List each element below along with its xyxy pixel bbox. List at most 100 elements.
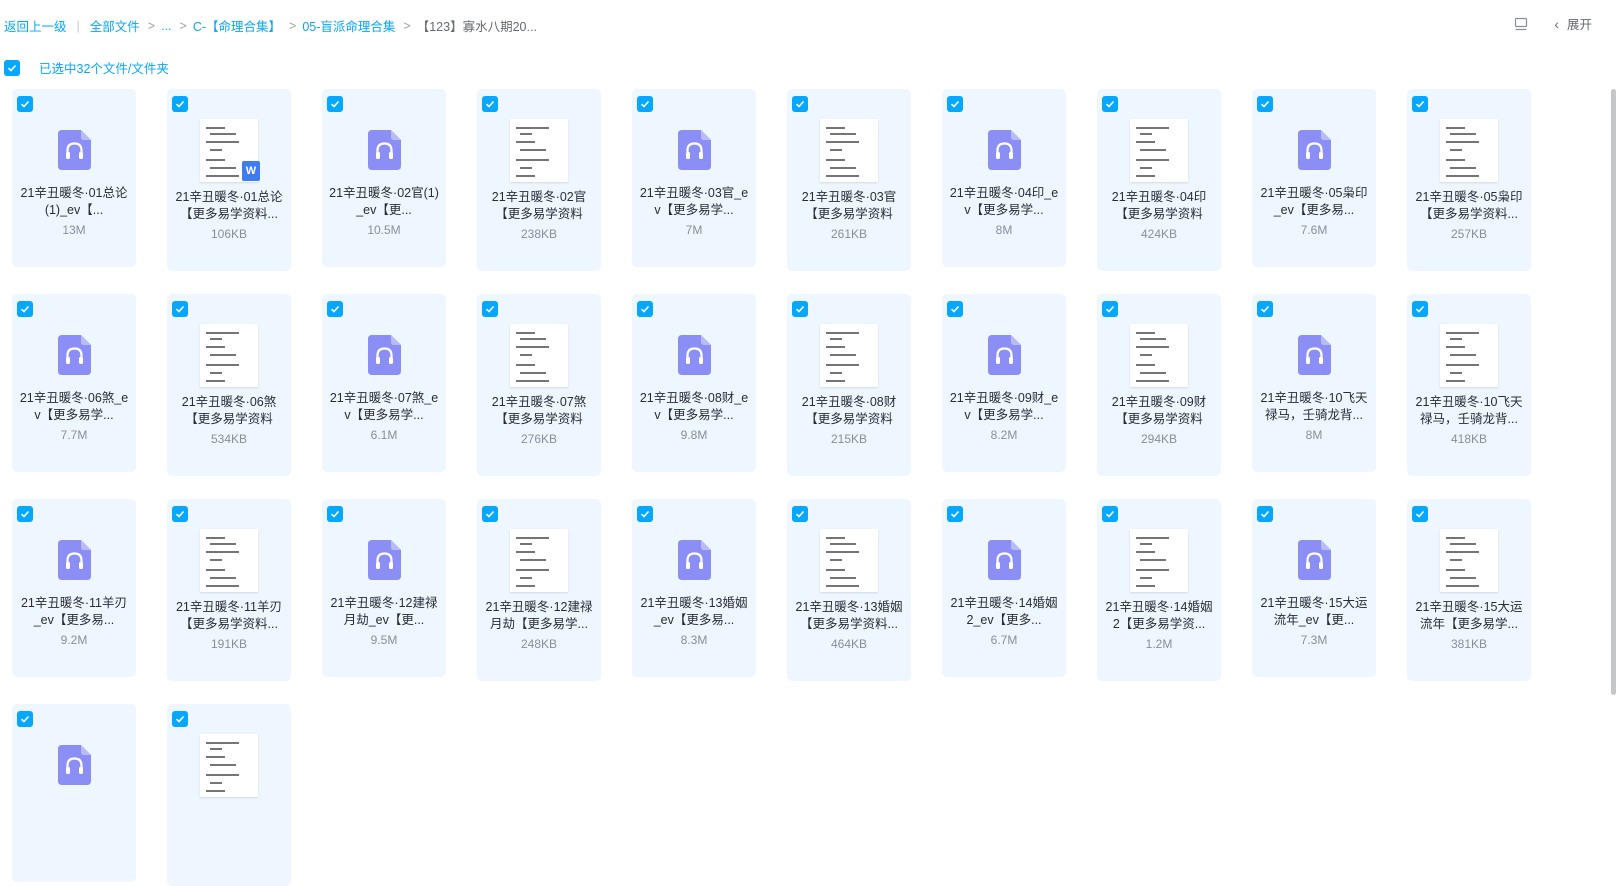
audio-file-icon [988, 540, 1021, 580]
file-checkbox[interactable] [482, 96, 498, 112]
file-size: 418KB [1450, 432, 1488, 446]
file-checkbox[interactable] [482, 301, 498, 317]
file-checkbox[interactable] [482, 506, 498, 522]
file-checkbox[interactable] [1102, 506, 1118, 522]
breadcrumb-folder-c[interactable]: C-【命理合集】 [193, 16, 281, 35]
file-card-audio[interactable]: 21辛丑暖冬·12建禄月劫_ev【更... 9.5M [322, 499, 446, 677]
file-checkbox[interactable] [1102, 96, 1118, 112]
check-icon [175, 715, 185, 723]
file-checkbox[interactable] [792, 96, 808, 112]
file-checkbox[interactable] [327, 96, 343, 112]
back-link[interactable]: 返回上一级 [4, 16, 67, 35]
file-card-document[interactable]: 21辛丑暖冬·09财【更多易学资料 294KB [1097, 294, 1221, 476]
file-checkbox[interactable] [792, 301, 808, 317]
file-card-audio[interactable]: 21辛丑暖冬·05枭印_ev【更多易... 7.6M [1252, 89, 1376, 267]
file-card-audio[interactable]: 21辛丑暖冬·02官(1)_ev【更... 10.5M [322, 89, 446, 267]
file-card-audio[interactable]: 21辛丑暖冬·13婚姻_ev【更多易... 8.3M [632, 499, 756, 677]
file-checkbox[interactable] [327, 506, 343, 522]
select-all-checkbox[interactable] [4, 59, 20, 76]
file-card-audio[interactable]: 21辛丑暖冬·08财_ev【更多易学... 9.8M [632, 294, 756, 472]
file-card-audio[interactable]: 21辛丑暖冬·14婚姻2_ev【更多... 6.7M [942, 499, 1066, 677]
file-card-document[interactable]: 21辛丑暖冬·02官【更多易学资料 238KB [477, 89, 601, 271]
file-size: 534KB [210, 432, 248, 446]
file-card-audio[interactable]: 21辛丑暖冬·09财_ev【更多易学... 8.2M [942, 294, 1066, 472]
file-checkbox[interactable] [792, 506, 808, 522]
file-checkbox[interactable] [637, 301, 653, 317]
file-card-audio[interactable]: 21辛丑暖冬·04印_ev【更多易学... 8M [942, 89, 1066, 267]
file-card-audio[interactable]: 21辛丑暖冬·01总论(1)_ev【... 13M [12, 89, 136, 267]
file-card-document[interactable]: 21辛丑暖冬·07煞【更多易学资料 276KB [477, 294, 601, 476]
file-card-document[interactable]: 21辛丑暖冬·05枭印【更多易学资料... 257KB [1407, 89, 1531, 271]
document-thumbnail [200, 529, 258, 592]
check-icon [485, 100, 495, 108]
file-name: 21辛丑暖冬·15大运流年_ev【更... [1260, 596, 1368, 627]
file-size: 257KB [1450, 227, 1488, 241]
check-icon [950, 305, 960, 313]
file-size: 7.7M [60, 428, 88, 442]
file-size: 215KB [830, 432, 868, 446]
file-checkbox[interactable] [947, 506, 963, 522]
file-card-document[interactable]: 21辛丑暖冬·15大运流年【更多易学... 381KB [1407, 499, 1531, 681]
audio-file-icon [678, 130, 711, 170]
file-checkbox[interactable] [637, 506, 653, 522]
check-icon [795, 100, 805, 108]
audio-file-icon [58, 130, 91, 170]
view-mode-icon[interactable] [1514, 17, 1528, 31]
file-checkbox[interactable] [172, 96, 188, 112]
check-icon [175, 510, 185, 518]
document-thumbnail [510, 119, 568, 182]
breadcrumb-all-files[interactable]: 全部文件 [90, 16, 140, 35]
file-card-document[interactable] [167, 704, 291, 886]
file-card-audio[interactable]: 21辛丑暖冬·15大运流年_ev【更... 7.3M [1252, 499, 1376, 677]
file-card-audio[interactable]: 21辛丑暖冬·10飞天禄马，壬骑龙背... 8M [1252, 294, 1376, 472]
file-card-document[interactable]: 21辛丑暖冬·06煞【更多易学资料 534KB [167, 294, 291, 476]
file-card-audio[interactable]: 21辛丑暖冬·11羊刃_ev【更多易... 9.2M [12, 499, 136, 677]
file-card-audio[interactable] [12, 704, 136, 882]
breadcrumb-folder-05[interactable]: 05-盲派命理合集 [302, 16, 395, 35]
file-checkbox[interactable] [1102, 301, 1118, 317]
file-name: 21辛丑暖冬·08财_ev【更多易学... [639, 391, 749, 422]
file-checkbox[interactable] [947, 301, 963, 317]
document-thumbnail [1130, 529, 1188, 592]
file-checkbox[interactable] [947, 96, 963, 112]
file-name: 21辛丑暖冬·04印_ev【更多易学... [949, 186, 1059, 217]
file-size: 191KB [210, 637, 248, 651]
file-checkbox[interactable] [172, 711, 188, 727]
file-card-document[interactable]: 21辛丑暖冬·10飞天禄马，壬骑龙背... 418KB [1407, 294, 1531, 476]
file-card-audio[interactable]: 21辛丑暖冬·03官_ev【更多易学... 7M [632, 89, 756, 267]
file-checkbox[interactable] [172, 301, 188, 317]
scrollbar[interactable] [1611, 89, 1616, 695]
file-checkbox[interactable] [1257, 506, 1273, 522]
file-card-audio[interactable]: 21辛丑暖冬·07煞_ev【更多易学... 6.1M [322, 294, 446, 472]
file-checkbox[interactable] [327, 301, 343, 317]
file-checkbox[interactable] [1257, 96, 1273, 112]
expand-button[interactable]: 展开 [1567, 14, 1592, 33]
file-card-document[interactable]: 21辛丑暖冬·03官【更多易学资料 261KB [787, 89, 911, 271]
file-card-audio[interactable]: 21辛丑暖冬·06煞_ev【更多易学... 7.7M [12, 294, 136, 472]
file-checkbox[interactable] [17, 96, 33, 112]
document-thumbnail [820, 324, 878, 387]
file-card-document[interactable]: W 21辛丑暖冬·01总论【更多易学资料... 106KB [167, 89, 291, 271]
file-checkbox[interactable] [172, 506, 188, 522]
file-card-document[interactable]: 21辛丑暖冬·08财【更多易学资料 215KB [787, 294, 911, 476]
file-checkbox[interactable] [17, 711, 33, 727]
file-checkbox[interactable] [1412, 96, 1428, 112]
file-checkbox[interactable] [17, 506, 33, 522]
file-checkbox[interactable] [637, 96, 653, 112]
file-checkbox[interactable] [17, 301, 33, 317]
file-card-document[interactable]: 21辛丑暖冬·12建禄月劫【更多易学... 248KB [477, 499, 601, 681]
file-card-document[interactable]: 21辛丑暖冬·14婚姻2【更多易学资... 1.2M [1097, 499, 1221, 681]
file-checkbox[interactable] [1412, 301, 1428, 317]
file-card-document[interactable]: 21辛丑暖冬·04印【更多易学资料 424KB [1097, 89, 1221, 271]
file-card-document[interactable]: 21辛丑暖冬·13婚姻【更多易学资料... 464KB [787, 499, 911, 681]
check-icon [1105, 305, 1115, 313]
file-card-document[interactable]: 21辛丑暖冬·11羊刃【更多易学资料... 191KB [167, 499, 291, 681]
audio-file-icon [58, 335, 91, 375]
file-name: 21辛丑暖冬·11羊刃【更多易学资料... [175, 600, 283, 631]
file-size: 381KB [1450, 637, 1488, 651]
file-checkbox[interactable] [1257, 301, 1273, 317]
chevron-left-icon[interactable]: ‹ [1554, 16, 1559, 32]
file-checkbox[interactable] [1412, 506, 1428, 522]
breadcrumb-ellipsis[interactable]: ... [161, 19, 171, 33]
breadcrumb-separator: > [147, 18, 156, 33]
